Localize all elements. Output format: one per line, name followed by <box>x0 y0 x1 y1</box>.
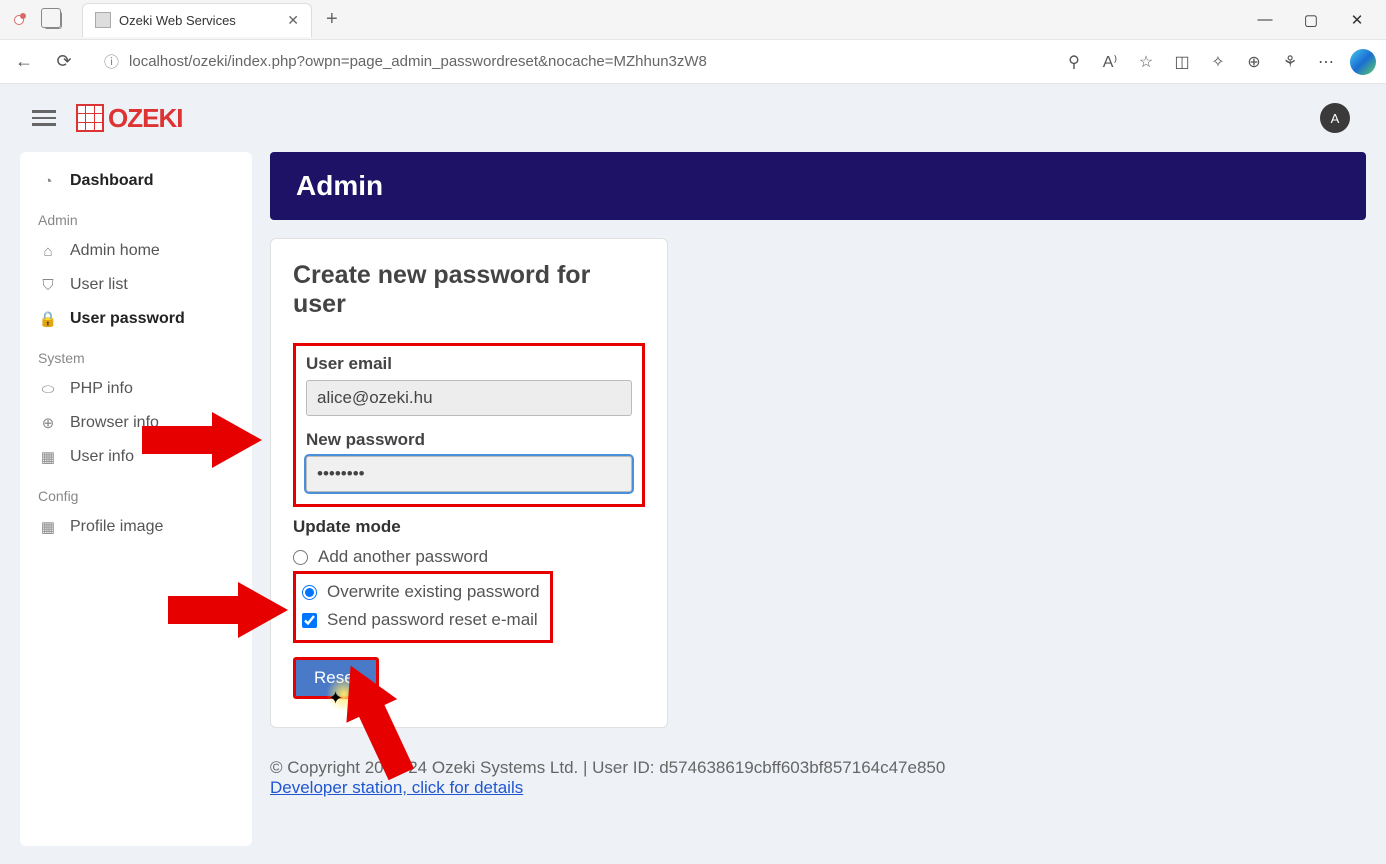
sidebar-item-label: User info <box>70 448 134 466</box>
developer-link[interactable]: Developer station, click for details <box>270 778 523 797</box>
home-icon: ⌂ <box>38 243 58 260</box>
read-aloud-icon[interactable]: A⁾ <box>1098 52 1122 72</box>
grid-icon: ▦ <box>38 448 58 466</box>
checkbox-label: Send password reset e-mail <box>327 610 538 630</box>
highlight-mode: Overwrite existing password Send passwor… <box>293 571 553 643</box>
favorite-icon[interactable]: ☆ <box>1134 52 1158 72</box>
sidebar-item-label: Dashboard <box>70 172 154 190</box>
radio-input[interactable] <box>302 585 317 600</box>
footer: © Copyright 2000-24 Ozeki Systems Ltd. |… <box>270 758 1366 798</box>
logo-text: OZEKI <box>108 103 182 134</box>
main-content: Admin Create new password for user User … <box>270 152 1366 798</box>
lock-icon: 🔒 <box>38 310 58 328</box>
tab-title: Ozeki Web Services <box>119 13 277 28</box>
php-icon: ⬭ <box>38 381 58 398</box>
sidebar-item-label: User list <box>70 276 128 294</box>
page-body: OZEKI A ◔ Dashboard Admin ⌂ Admin home ⛉… <box>0 84 1386 864</box>
radio-add-password[interactable]: Add another password <box>293 543 645 571</box>
sidebar-item-user-list[interactable]: ⛉ User list <box>20 268 252 302</box>
sidebar-item-dashboard[interactable]: ◔ Dashboard <box>20 164 252 198</box>
close-window-button[interactable]: ✕ <box>1334 11 1380 29</box>
avatar[interactable]: A <box>1320 103 1350 133</box>
new-tab-button[interactable]: + <box>326 8 338 31</box>
split-screen-icon[interactable]: ◫ <box>1170 52 1194 72</box>
radio-overwrite-password[interactable]: Overwrite existing password <box>302 578 544 606</box>
sidebar-section-admin: Admin <box>20 198 252 234</box>
sidebar-item-label: User password <box>70 310 185 328</box>
radio-label: Overwrite existing password <box>327 582 540 602</box>
profile-icon[interactable] <box>1350 49 1376 75</box>
logo[interactable]: OZEKI <box>76 103 182 134</box>
copyright-text: © Copyright 2000-24 Ozeki Systems Ltd. |… <box>270 758 1366 778</box>
tab-overview-icon[interactable] <box>44 11 62 29</box>
avatar-letter: A <box>1331 111 1340 126</box>
sidebar-item-user-password[interactable]: 🔒 User password <box>20 302 252 336</box>
radio-label: Add another password <box>318 547 488 567</box>
sidebar-item-php-info[interactable]: ⬭ PHP info <box>20 372 252 406</box>
search-icon[interactable]: ⚲ <box>1062 52 1086 72</box>
sidebar-section-config: Config <box>20 474 252 510</box>
collections-icon[interactable]: ⊕ <box>1242 52 1266 72</box>
site-info-icon[interactable]: ⓘ <box>104 51 119 72</box>
sidebar-item-label: PHP info <box>70 380 133 398</box>
browser-tab[interactable]: Ozeki Web Services ✕ <box>82 3 312 37</box>
password-field[interactable] <box>306 456 632 492</box>
sidebar-section-system: System <box>20 336 252 372</box>
page-title: Admin <box>270 152 1366 220</box>
checkbox-input[interactable] <box>302 613 317 628</box>
pie-chart-icon: ◔ <box>38 173 58 190</box>
highlight-credentials: User email New password <box>293 343 645 507</box>
radio-input[interactable] <box>293 550 308 565</box>
refresh-button[interactable]: ⟳ <box>50 51 78 72</box>
email-field[interactable] <box>306 380 632 416</box>
url-text: localhost/ozeki/index.php?owpn=page_admi… <box>129 53 707 70</box>
address-bar[interactable]: ⓘ localhost/ozeki/index.php?owpn=page_ad… <box>90 46 1050 78</box>
app-header: OZEKI A <box>0 84 1386 152</box>
extensions-icon[interactable]: ⚘ <box>1278 52 1302 72</box>
checkbox-send-email[interactable]: Send password reset e-mail <box>302 606 544 634</box>
annotation-arrow-icon <box>142 412 262 468</box>
calendar-icon: ▦ <box>38 518 58 536</box>
browser-toolbar: ← ⟳ ⓘ localhost/ozeki/index.php?owpn=pag… <box>0 40 1386 84</box>
globe-icon: ⊕ <box>38 414 58 432</box>
hamburger-menu[interactable] <box>32 110 56 126</box>
mode-label: Update mode <box>293 517 645 537</box>
window-controls: — ▢ ✕ <box>1242 11 1380 29</box>
favicon-icon <box>95 12 111 28</box>
browser-tab-strip: Ozeki Web Services ✕ + — ▢ ✕ <box>0 0 1386 40</box>
sidebar: ◔ Dashboard Admin ⌂ Admin home ⛉ User li… <box>20 152 252 846</box>
sidebar-item-label: Profile image <box>70 518 163 536</box>
more-icon[interactable]: ⋯ <box>1314 52 1338 72</box>
close-tab-icon[interactable]: ✕ <box>287 12 299 29</box>
maximize-button[interactable]: ▢ <box>1288 11 1334 29</box>
password-label: New password <box>306 430 632 450</box>
logo-icon <box>76 104 104 132</box>
email-label: User email <box>306 354 632 374</box>
tab-group-indicator[interactable] <box>14 15 24 25</box>
sidebar-item-profile-image[interactable]: ▦ Profile image <box>20 510 252 544</box>
minimize-button[interactable]: — <box>1242 11 1288 29</box>
annotation-arrow-icon <box>168 582 288 638</box>
card-title: Create new password for user <box>293 261 645 319</box>
back-button[interactable]: ← <box>10 51 38 72</box>
user-icon: ⛉ <box>38 277 58 294</box>
favorites-bar-icon[interactable]: ✧ <box>1206 52 1230 72</box>
sidebar-item-admin-home[interactable]: ⌂ Admin home <box>20 234 252 268</box>
sidebar-item-label: Admin home <box>70 242 160 260</box>
password-form-card: Create new password for user User email … <box>270 238 668 728</box>
